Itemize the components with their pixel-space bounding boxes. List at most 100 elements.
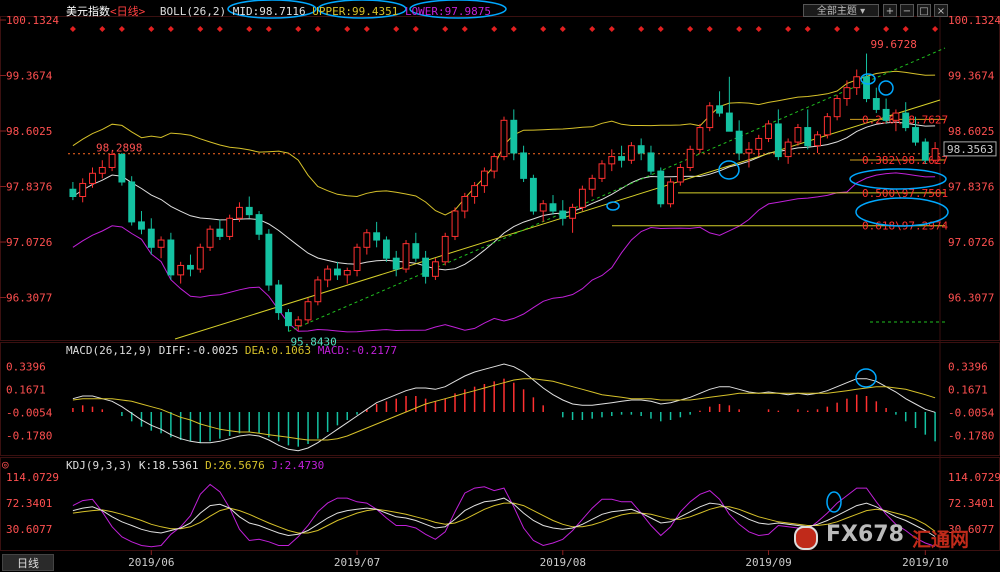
y-tick-label-right: 97.0726 [948, 236, 994, 249]
candle-body [794, 127, 802, 143]
candle-body [294, 319, 302, 327]
candle-body [676, 166, 684, 183]
candle-body [392, 257, 400, 270]
candle-body [216, 228, 224, 237]
candle-body [167, 239, 175, 276]
macd-tick-label-left: -0.1780 [6, 430, 52, 443]
candle-body [578, 188, 586, 208]
y-tick-label-right: 98.6025 [948, 125, 994, 138]
y-tick-label-right: 97.8376 [948, 181, 994, 194]
x-tick-label: 2019/06 [128, 556, 174, 569]
candle-body [725, 112, 733, 132]
candle-body [598, 163, 606, 179]
candle-body [843, 87, 851, 100]
candle-body [128, 181, 136, 223]
boll-label: BOLL(26,2) [159, 5, 227, 18]
candle-body [559, 210, 567, 219]
candle-body [588, 177, 596, 190]
candle-body [892, 112, 900, 121]
candle-body [500, 119, 508, 158]
candle-body [686, 148, 694, 168]
kdj-tick-label-left: 30.6077 [6, 523, 52, 536]
macd-header: MACD(26,12,9) DIFF:-0.0025 DEA:0.1063 MA… [66, 344, 397, 357]
candle-body [529, 177, 537, 212]
candle-body [755, 137, 763, 150]
candle-body [245, 206, 253, 216]
candle-body [490, 156, 498, 172]
zoom-out-button[interactable]: − [900, 4, 914, 17]
candle-body [118, 153, 126, 183]
instrument-title: 美元指数 [66, 5, 110, 18]
maximize-button[interactable]: □ [917, 4, 931, 17]
theme-dropdown-label: 全部主题 [816, 6, 857, 17]
candle-body [931, 148, 939, 161]
candle-body [716, 105, 723, 114]
candle-body [373, 232, 381, 241]
x-tick-label: 2019/07 [334, 556, 380, 569]
close-button[interactable]: × [934, 4, 948, 17]
candle-body [647, 152, 655, 172]
candle-body [285, 312, 292, 327]
kdj-tick-label-right: 72.3401 [948, 497, 994, 510]
kdj-tick-label-right: 114.0729 [948, 471, 1000, 484]
candle-body [382, 239, 390, 259]
candle-body [872, 98, 880, 110]
boll-mid: MID:98.7116 [232, 5, 306, 18]
boll-upper: UPPER:99.4351 [312, 5, 399, 18]
candle-body [314, 279, 322, 303]
last-price-label: 98.3563 [947, 143, 993, 156]
candle-body [226, 217, 234, 237]
macd-value: MACD:-0.2177 [317, 344, 398, 357]
macd-tick-label-right: 0.1671 [948, 384, 988, 397]
candle-body [206, 228, 214, 248]
candle-body [814, 134, 821, 147]
candle-body [853, 76, 861, 89]
candle-body [569, 206, 577, 219]
kdj-tick-label-left: 114.0729 [6, 471, 59, 484]
candle-body [236, 206, 243, 219]
y-tick-label-left: 97.8376 [6, 181, 52, 194]
candle-body [69, 188, 77, 198]
candle-body [265, 233, 273, 286]
candle-body [187, 264, 194, 270]
kdj-header: KDJ(9,3,3) K:18.5361 D:26.5676 J:2.4730 [66, 459, 324, 472]
candle-body [79, 182, 87, 198]
candle-body [882, 108, 890, 121]
kdj-j: J:2.4730 [271, 459, 325, 472]
candle-body [471, 185, 479, 198]
theme-dropdown[interactable]: 全部主题 ▾ [803, 4, 879, 17]
kdj-name: KDJ(9,3,3) [66, 459, 133, 472]
y-tick-label-right: 99.3674 [948, 70, 995, 83]
candle-body [412, 243, 420, 259]
macd-tick-label-left: 0.3396 [6, 361, 46, 374]
macd-tick-label-right: -0.1780 [948, 430, 994, 443]
macd-tick-label-left: -0.0054 [6, 407, 53, 420]
tab-daily[interactable]: 日线 [2, 554, 54, 571]
candle-body [765, 123, 772, 139]
candle-body [255, 214, 263, 235]
watermark-cn: 汇通网 [912, 529, 970, 551]
candle-body [480, 170, 488, 187]
chevron-down-icon: ▾ [860, 6, 866, 17]
kdj-k: K:18.5361 [138, 459, 199, 472]
y-tick-label-left: 98.6025 [6, 125, 52, 138]
macd-tick-label-right: 0.3396 [948, 361, 988, 374]
x-tick-label: 2019/09 [745, 556, 791, 569]
macd-diff: DIFF:-0.0025 [158, 344, 239, 357]
y-tick-label-left: 100.1324 [6, 14, 59, 27]
watermark-brand: FX678 [826, 522, 904, 547]
candle-body [147, 228, 155, 248]
candle-body [304, 301, 312, 321]
macd-name: MACD(26,12,9) [66, 344, 153, 357]
candle-body [431, 261, 439, 277]
candle-body [98, 166, 106, 174]
candle-body [745, 148, 753, 154]
candle-body [627, 145, 635, 161]
y-tick-label-left: 97.0726 [6, 236, 52, 249]
x-tick-label: 2019/08 [540, 556, 586, 569]
kdj-tick-label-left: 72.3401 [6, 497, 52, 510]
period-label[interactable]: <日线> [110, 5, 145, 18]
target-icon: ◎ [2, 458, 9, 471]
zoom-in-button[interactable]: + [883, 4, 897, 17]
candle-body [275, 284, 283, 314]
